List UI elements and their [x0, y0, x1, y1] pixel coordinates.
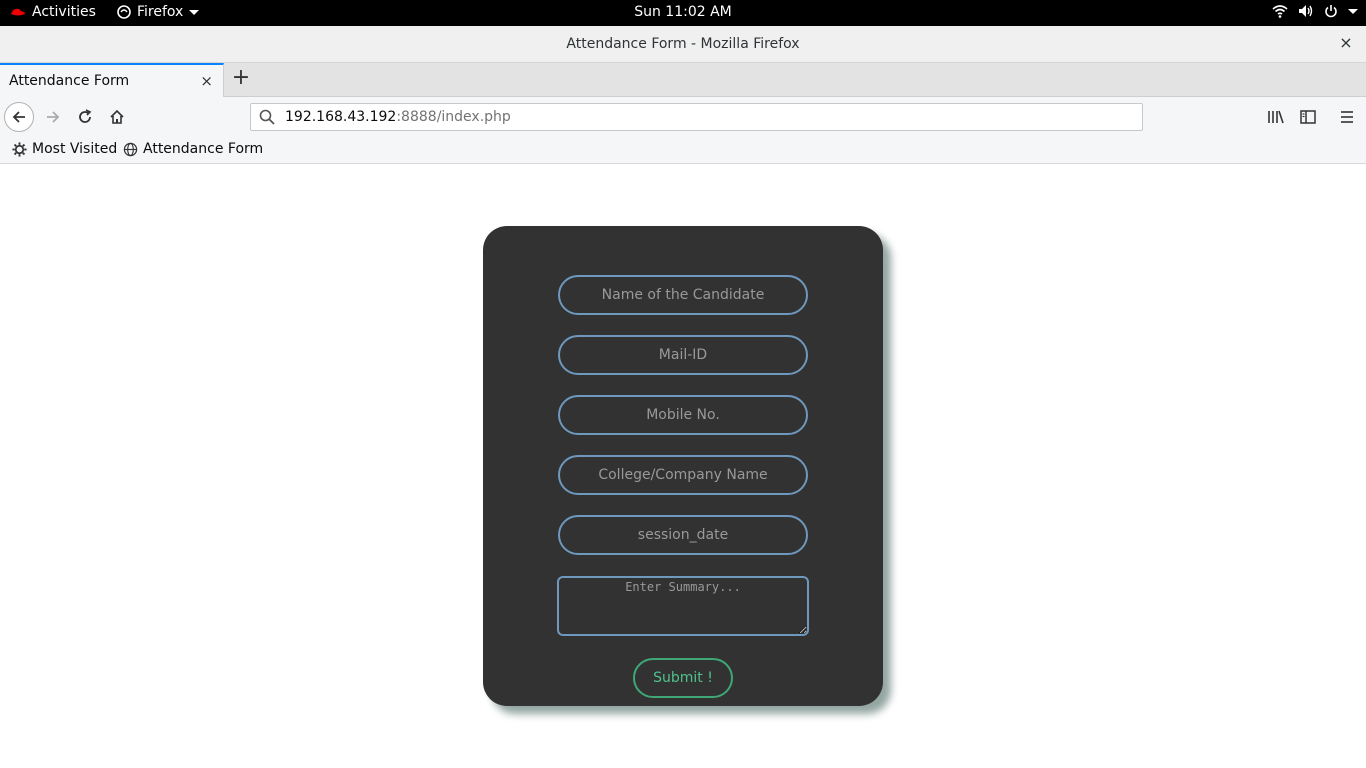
tab-attendance-form[interactable]: Attendance Form × [0, 63, 224, 97]
bookmark-most-visited[interactable]: Most Visited [12, 141, 117, 157]
attendance-form-card: Submit ! [483, 226, 883, 706]
chevron-down-icon [189, 9, 200, 15]
chevron-down-icon [1348, 8, 1358, 14]
mobile-number-input[interactable] [558, 395, 808, 435]
activities-button[interactable]: Activities [10, 4, 96, 20]
redhat-icon [11, 8, 25, 16]
hamburger-menu-icon [1341, 111, 1353, 123]
wifi-icon [1272, 5, 1288, 18]
search-icon [259, 109, 275, 125]
window-close-button[interactable]: × [1336, 33, 1356, 53]
library-icon [1268, 110, 1284, 124]
home-icon [110, 109, 124, 124]
clock[interactable]: Sun 11:02 AM [0, 4, 1366, 20]
arrow-left-icon [12, 111, 25, 123]
window-titlebar: Attendance Form - Mozilla Firefox × [0, 26, 1366, 63]
url-bar[interactable]: 192.168.43.192:8888/index.php [250, 103, 1143, 131]
back-button[interactable] [4, 102, 34, 132]
activities-label: Activities [32, 4, 96, 20]
menu-button[interactable] [1332, 102, 1362, 132]
bookmark-attendance-form[interactable]: Attendance Form [123, 141, 263, 157]
tab-close-button[interactable]: × [200, 72, 213, 90]
url-path: :8888/index.php [396, 109, 511, 125]
college-company-input[interactable] [558, 455, 808, 495]
bookmark-label: Attendance Form [143, 141, 264, 157]
mail-id-input[interactable] [558, 335, 808, 375]
window-title: Attendance Form - Mozilla Firefox [566, 36, 800, 52]
system-top-bar: Activities Firefox Sun 11:02 AM [0, 0, 1366, 26]
system-tray[interactable] [1272, 4, 1358, 18]
bookmark-label: Most Visited [32, 141, 118, 157]
url-text: 192.168.43.192:8888/index.php [285, 109, 511, 125]
submit-button[interactable]: Submit ! [633, 658, 733, 698]
url-host: 192.168.43.192 [285, 109, 397, 125]
candidate-name-input[interactable] [558, 275, 808, 315]
session-date-input[interactable] [558, 515, 808, 555]
sidebar-icon [1300, 110, 1316, 124]
sidebar-button[interactable] [1293, 102, 1323, 132]
volume-icon [1299, 5, 1313, 17]
bookmarks-toolbar: Most Visited Attendance Form [0, 137, 1366, 164]
page-content: Submit ! [0, 164, 1366, 768]
globe-icon [123, 142, 138, 156]
new-tab-button[interactable]: + [230, 67, 252, 91]
gear-icon [12, 141, 27, 157]
summary-textarea[interactable] [557, 576, 809, 636]
forward-button[interactable] [38, 102, 68, 132]
navigation-toolbar: 192.168.43.192:8888/index.php [0, 97, 1366, 137]
arrow-right-icon [47, 111, 60, 123]
home-button[interactable] [102, 102, 132, 132]
app-menu[interactable]: Firefox [117, 4, 200, 20]
library-button[interactable] [1261, 102, 1291, 132]
app-menu-label: Firefox [137, 4, 184, 20]
power-icon [1325, 5, 1337, 18]
reload-icon [79, 109, 92, 123]
tab-label: Attendance Form [9, 73, 130, 89]
tab-strip: Attendance Form × + [0, 63, 1366, 97]
firefox-icon [117, 5, 131, 19]
reload-button[interactable] [70, 102, 100, 132]
